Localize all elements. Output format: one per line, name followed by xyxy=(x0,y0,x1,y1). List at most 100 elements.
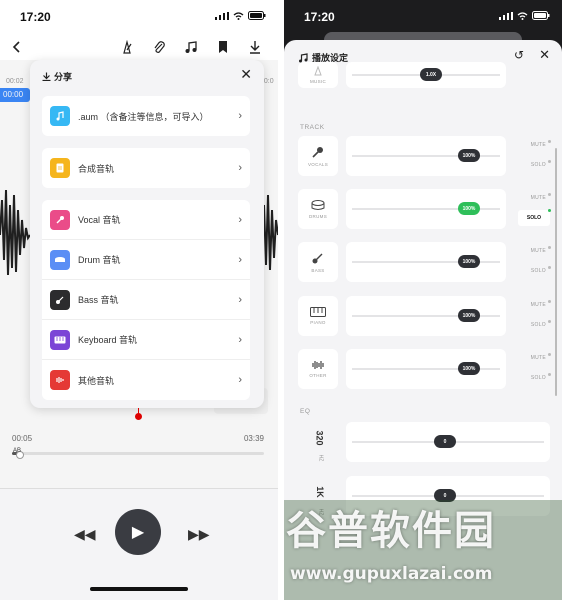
solo-toggle[interactable]: SOLO xyxy=(531,320,551,328)
solo-toggle[interactable]: SOLO xyxy=(531,266,551,274)
share-card-mix: 合成音轨 › xyxy=(42,148,250,188)
volume-handle[interactable]: 100% xyxy=(458,202,480,215)
ab-loop-label[interactable]: AB xyxy=(13,448,21,454)
share-title: 分享 xyxy=(42,70,72,83)
speed-handle[interactable]: 1.0X xyxy=(420,68,442,81)
progress-bar[interactable] xyxy=(12,452,264,455)
drum-icon xyxy=(311,200,325,210)
share-item-bass[interactable]: Bass 音轨 › xyxy=(42,280,250,320)
track-tile-bass: BASS xyxy=(298,242,338,282)
music-icon[interactable] xyxy=(182,38,200,56)
metronome-icon xyxy=(314,66,322,76)
mute-toggle[interactable]: MUTE xyxy=(531,140,551,148)
play-button[interactable]: ▶ xyxy=(115,509,161,555)
status-bar: 17:20 xyxy=(0,0,278,32)
left-screen: 17:20 00:02 00:0 00:00 分享 ✕ .aum （含备注等信息… xyxy=(0,0,278,600)
keyboard-icon xyxy=(50,330,70,350)
document-icon xyxy=(50,158,70,178)
speed-tile: MUSIC xyxy=(298,62,338,88)
share-item-label: Keyboard 音轨 xyxy=(78,335,138,345)
mute-toggle[interactable]: MUTE xyxy=(531,193,551,201)
mute-toggle[interactable]: MUTE xyxy=(531,353,551,361)
share-item-mix[interactable]: 合成音轨 › xyxy=(42,148,250,188)
download-icon xyxy=(42,72,51,81)
share-item-label: Vocal 音轨 xyxy=(78,215,121,225)
share-card-project: .aum （含备注等信息，可导入） › xyxy=(42,96,250,136)
track-tile-other: OTHER xyxy=(298,349,338,389)
bookmark-icon[interactable] xyxy=(214,38,232,56)
volume-handle[interactable]: 100% xyxy=(458,255,480,268)
music-icon xyxy=(299,52,308,62)
eq-frequency: 1K xyxy=(314,486,325,498)
guitar-icon xyxy=(312,253,323,264)
fast-forward-button[interactable]: ▶▶ xyxy=(188,526,210,543)
microphone-icon xyxy=(312,147,323,158)
track-slider-drums[interactable]: 100% xyxy=(346,189,506,229)
share-title-text: 分享 xyxy=(54,72,73,82)
battery-icon xyxy=(248,11,266,20)
wifi-icon xyxy=(233,11,244,20)
status-bar: 17:20 xyxy=(284,0,562,32)
music-note-icon xyxy=(50,106,70,126)
total-time: 03:39 xyxy=(243,434,264,443)
track-tile-vocals: VOCALS xyxy=(298,136,338,176)
keyboard-icon xyxy=(310,307,326,317)
rewind-button[interactable]: ◀◀ xyxy=(74,526,96,543)
track-slider-other[interactable]: 100% xyxy=(346,349,506,389)
chevron-right-icon: › xyxy=(238,374,242,386)
volume-handle[interactable]: 100% xyxy=(458,309,480,322)
share-item-vocal[interactable]: Vocal 音轨 › xyxy=(42,200,250,240)
status-time: 17:20 xyxy=(20,10,51,24)
share-sheet: 分享 ✕ .aum （含备注等信息，可导入） › 合成音轨 › Vocal 音轨… xyxy=(30,60,264,408)
watermark-text: 谷普软件园 xyxy=(286,508,496,554)
speed-label: MUSIC xyxy=(310,79,326,84)
track-name: OTHER xyxy=(309,373,327,378)
back-icon[interactable] xyxy=(8,38,26,56)
chevron-right-icon: › xyxy=(238,110,242,122)
share-item-label: Bass 音轨 xyxy=(78,295,119,305)
solo-toggle[interactable]: SOLO xyxy=(531,160,551,168)
mute-toggle[interactable]: MUTE xyxy=(531,300,551,308)
wifi-icon xyxy=(517,11,528,20)
share-item-label: 合成音轨 xyxy=(78,163,115,174)
track-slider-piano[interactable]: 100% xyxy=(346,296,506,336)
attachment-icon[interactable] xyxy=(150,38,168,56)
share-item-aum[interactable]: .aum （含备注等信息，可导入） › xyxy=(42,96,250,136)
track-name: DRUMS xyxy=(309,214,327,219)
speed-slider[interactable]: 1.0X xyxy=(346,62,506,88)
waveform-icon xyxy=(312,361,324,369)
eq-unit: HZ xyxy=(316,454,323,462)
track-slider-vocals[interactable]: 100% xyxy=(346,136,506,176)
home-indicator xyxy=(90,587,188,591)
volume-handle[interactable]: 100% xyxy=(458,149,480,162)
track-name: VOCALS xyxy=(307,162,329,167)
scrollbar[interactable] xyxy=(555,148,557,396)
share-item-drum[interactable]: Drum 音轨 › xyxy=(42,240,250,280)
share-item-other[interactable]: 其他音轨 › xyxy=(42,360,250,400)
share-item-keyboard[interactable]: Keyboard 音轨 › xyxy=(42,320,250,360)
metronome-icon[interactable] xyxy=(118,38,136,56)
eq-slider-320[interactable]: 0 xyxy=(346,422,550,462)
close-icon[interactable]: ✕ xyxy=(539,47,550,63)
close-icon[interactable]: ✕ xyxy=(240,66,252,83)
undo-icon[interactable]: ↺ xyxy=(514,48,524,62)
mute-toggle[interactable]: MUTE xyxy=(531,246,551,254)
guitar-icon xyxy=(50,290,70,310)
chevron-right-icon: › xyxy=(238,162,242,174)
track-tile-piano: PIANO xyxy=(298,296,338,336)
eq-handle[interactable]: 0 xyxy=(434,435,456,448)
track-slider-bass[interactable]: 100% xyxy=(346,242,506,282)
chevron-right-icon: › xyxy=(238,293,242,306)
volume-handle[interactable]: 100% xyxy=(458,362,480,375)
share-item-label: 其他音轨 xyxy=(78,375,115,386)
waveform-icon xyxy=(50,370,70,390)
editor-toolbar xyxy=(0,36,278,60)
playhead-handle[interactable] xyxy=(135,413,142,420)
track-name: BASS xyxy=(311,268,325,273)
download-icon[interactable] xyxy=(246,38,264,56)
microphone-icon xyxy=(50,210,70,230)
chevron-right-icon: › xyxy=(238,253,242,266)
track-tile-drums: DRUMS xyxy=(298,189,338,229)
solo-toggle-active[interactable]: SOLO xyxy=(518,209,551,226)
solo-toggle[interactable]: SOLO xyxy=(531,373,551,381)
